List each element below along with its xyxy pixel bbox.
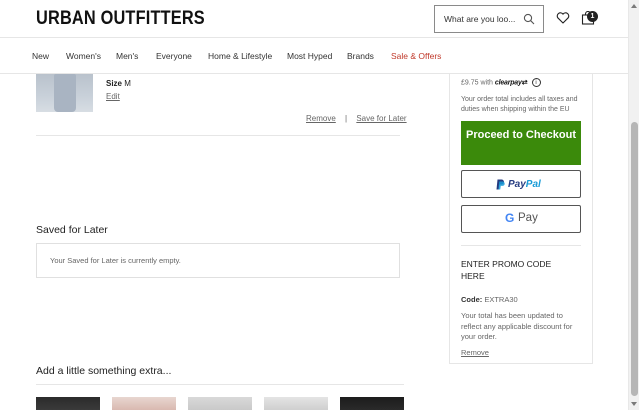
divider xyxy=(461,245,581,246)
nav-item-mens[interactable]: Men's xyxy=(116,51,138,61)
clearpay-mark-icon: ⇄ xyxy=(521,79,528,87)
search-icon[interactable] xyxy=(523,13,535,25)
size-value: M xyxy=(124,79,131,88)
nav-item-new[interactable]: New xyxy=(32,51,49,61)
clearpay-line: £9.75 with clearpay⇄ i xyxy=(461,78,541,87)
bag-count-badge: 1 xyxy=(587,11,598,22)
site-logo[interactable]: URBAN OUTFITTERS xyxy=(36,8,205,30)
main-nav: New Women's Men's Everyone Home & Lifest… xyxy=(0,38,628,74)
google-pay-button[interactable]: G Pay xyxy=(461,205,581,233)
item-actions: Remove | Save for Later xyxy=(306,114,407,123)
proceed-to-checkout-button[interactable]: Proceed to Checkout xyxy=(461,121,581,165)
promo-code-heading[interactable]: ENTER PROMO CODE HERE xyxy=(461,258,571,282)
dress-image xyxy=(54,74,76,112)
tax-note: Your order total includes all taxes and … xyxy=(461,96,578,113)
divider xyxy=(36,384,404,385)
search-input[interactable]: What are you loo... xyxy=(444,14,515,24)
page-scrollbar[interactable] xyxy=(628,0,639,410)
product-card-image[interactable] xyxy=(264,397,328,410)
saved-for-later-box: Your Saved for Later is currently empty. xyxy=(36,243,400,278)
google-g-icon: G xyxy=(505,211,515,225)
size-label: Size xyxy=(106,79,123,88)
scroll-down-arrow-icon[interactable] xyxy=(631,402,637,406)
promo-code-line: Code: EXTRA30 xyxy=(461,295,518,304)
nav-item-home-lifestyle[interactable]: Home & Lifestyle xyxy=(208,51,272,61)
remove-link[interactable]: Remove xyxy=(306,114,336,123)
promo-note: Your total has been updated to reflect a… xyxy=(461,311,573,341)
nav-item-sale-offers[interactable]: Sale & Offers xyxy=(391,51,441,61)
edit-link[interactable]: Edit xyxy=(106,92,120,101)
save-for-later-link[interactable]: Save for Later xyxy=(356,114,406,123)
product-card-image[interactable] xyxy=(112,397,176,410)
site-header: URBAN OUTFITTERS What are you loo... 1 xyxy=(0,0,628,38)
item-size: Size M xyxy=(106,79,131,88)
product-card-image[interactable] xyxy=(340,397,404,410)
scroll-up-arrow-icon[interactable] xyxy=(631,4,637,8)
product-card-image[interactable] xyxy=(188,397,252,410)
extras-heading: Add a little something extra... xyxy=(36,365,172,377)
saved-empty-message: Your Saved for Later is currently empty. xyxy=(50,256,181,265)
promo-code-value: EXTRA30 xyxy=(484,295,518,304)
divider xyxy=(36,135,400,136)
scrollbar-thumb[interactable] xyxy=(631,122,638,396)
nav-item-most-hyped[interactable]: Most Hyped xyxy=(287,51,332,61)
info-icon[interactable]: i xyxy=(531,78,541,87)
action-separator: | xyxy=(345,114,348,123)
paypal-icon xyxy=(496,179,505,190)
promo-remove-link[interactable]: Remove xyxy=(461,348,489,357)
nav-item-everyone[interactable]: Everyone xyxy=(156,51,192,61)
product-card-image[interactable] xyxy=(36,397,100,410)
saved-for-later-heading: Saved for Later xyxy=(36,224,108,236)
nav-item-womens[interactable]: Women's xyxy=(66,51,101,61)
heart-icon[interactable] xyxy=(556,11,570,25)
paypal-label: PayPal xyxy=(508,179,541,190)
nav-item-brands[interactable]: Brands xyxy=(347,51,374,61)
clearpay-logo: clearpay xyxy=(494,79,522,87)
cart-item-image[interactable] xyxy=(36,74,93,112)
paypal-button[interactable]: PayPal xyxy=(461,170,581,198)
promo-code-label: Code: xyxy=(461,295,483,304)
google-pay-label: Pay xyxy=(518,212,538,224)
search-box[interactable]: What are you loo... xyxy=(434,5,544,33)
clearpay-amount: £9.75 with xyxy=(461,79,493,87)
